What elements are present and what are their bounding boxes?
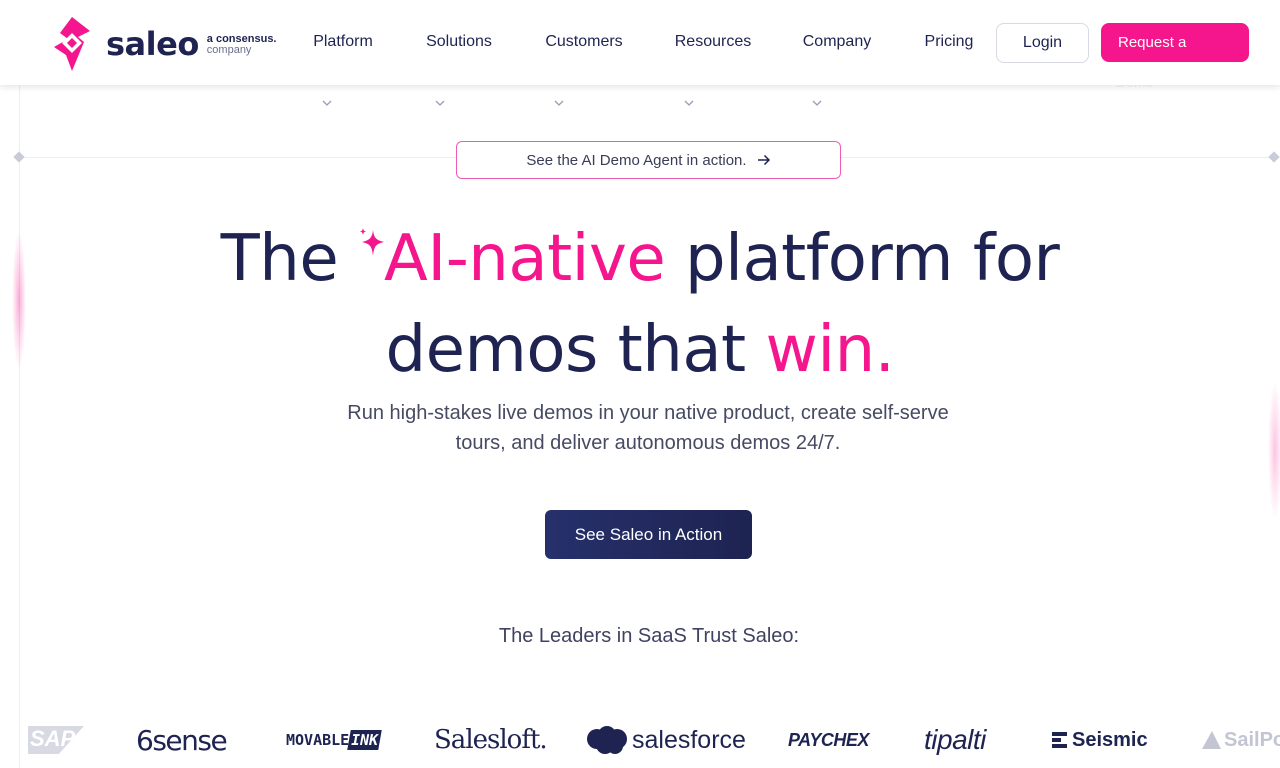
hero-highlight-win: win. [765, 313, 895, 387]
login-button-label: Login [1022, 34, 1063, 51]
tipalti-logo-text: tipalti [924, 724, 986, 755]
nav-item-label: Resources [674, 33, 752, 50]
announcement-pill[interactable]: See the AI Demo Agent in action. [456, 141, 841, 179]
see-saleo-in-action-button[interactable]: See Saleo in Action [545, 510, 752, 559]
salesloft-logo: Salesloft. [434, 715, 548, 765]
movable-ink-logo-text: MOVABLE [286, 731, 350, 749]
frame-diamond-right [1268, 151, 1280, 163]
paychex-logo-text: PAYCHEX [788, 729, 869, 750]
saleo-logo-icon [54, 17, 90, 71]
nav-item-solutions[interactable]: Solutions [410, 14, 508, 70]
tipalti-logo: tipalti [924, 715, 986, 765]
seismic-logo-text: Seismic [1072, 728, 1148, 751]
sailpoint-mark-icon [1202, 731, 1221, 749]
hero-headline-line2: demos that win. [0, 313, 1280, 387]
hero-subtitle: Run high-stakes live demos in your nativ… [347, 402, 949, 454]
6sense-logo-text: 6sense [136, 723, 228, 757]
announcement-text: See the AI Demo Agent in action. [526, 151, 747, 169]
chevron-down-icon[interactable] [554, 98, 564, 108]
decorative-glow-right [1268, 380, 1280, 520]
hero-highlight-ai-native: AI-native [384, 222, 666, 296]
hero-text: platform for [685, 222, 1060, 296]
6sense-logo: 6sense [136, 715, 228, 765]
movable-ink-logo-ink: INK [347, 730, 383, 750]
seismic-logo: Seismic [1051, 715, 1148, 765]
salesforce-cloud-icon [587, 726, 627, 754]
cta-label: See Saleo in Action [574, 524, 723, 544]
movable-ink-logo: MOVABLE INK [286, 715, 383, 765]
login-button[interactable]: Login [996, 23, 1089, 63]
paychex-logo: PAYCHEX [788, 715, 869, 765]
customer-logo-strip: SAP 6sense MOVABLE INK Salesloft. salesfo… [0, 715, 1280, 768]
logo-tagline: a consensus. company [207, 34, 277, 56]
hero-text: The [220, 222, 339, 296]
nav-item-label: Customers [545, 33, 623, 50]
nav-item-label: Solutions [426, 33, 492, 50]
sap-logo-text: SAP [28, 726, 84, 754]
salesforce-logo: salesforce [585, 715, 746, 765]
site-header: saleo a consensus. company Platform Solu… [0, 0, 1280, 85]
logo-wordmark: saleo [106, 25, 199, 63]
salesforce-logo-text: salesforce [632, 725, 746, 754]
request-demo-button[interactable]: Request a [1101, 23, 1249, 62]
hero-text: demos that [385, 313, 746, 387]
logo-tagline-line2: company [206, 44, 252, 56]
nav-item-label: Platform [313, 33, 373, 50]
nav-item-label: Company [802, 33, 872, 50]
sailpoint-logo: SailPo [1200, 715, 1280, 765]
frame-line-left [19, 85, 20, 768]
seismic-mark-icon [1052, 732, 1067, 748]
chevron-down-icon[interactable] [435, 98, 445, 108]
nav-item-label: Pricing [924, 33, 974, 50]
nav-item-pricing[interactable]: Pricing [912, 14, 986, 70]
page: saleo a consensus. company Platform Solu… [0, 0, 1280, 768]
trust-heading: The Leaders in SaaS Trust Saleo: [498, 625, 800, 647]
nav-item-customers[interactable]: Customers [530, 14, 638, 70]
nav-item-company[interactable]: Company [788, 14, 886, 70]
sap-logo: SAP [28, 715, 84, 765]
sailpoint-logo-text: SailPo [1224, 728, 1280, 751]
chevron-down-icon[interactable] [322, 98, 332, 108]
saleo-logo[interactable]: saleo a consensus. company [50, 14, 277, 74]
request-demo-label: Request a [1118, 34, 1187, 51]
hero-headline-line1: The AI-native platform for [0, 222, 1280, 296]
arrow-right-icon [757, 154, 770, 166]
chevron-down-icon[interactable] [684, 98, 694, 108]
frame-diamond-left [13, 151, 25, 163]
nav-item-resources[interactable]: Resources [660, 14, 766, 70]
chevron-down-icon[interactable] [812, 98, 822, 108]
nav-item-platform[interactable]: Platform [297, 14, 389, 70]
salesloft-logo-text: Salesloft. [434, 725, 548, 755]
